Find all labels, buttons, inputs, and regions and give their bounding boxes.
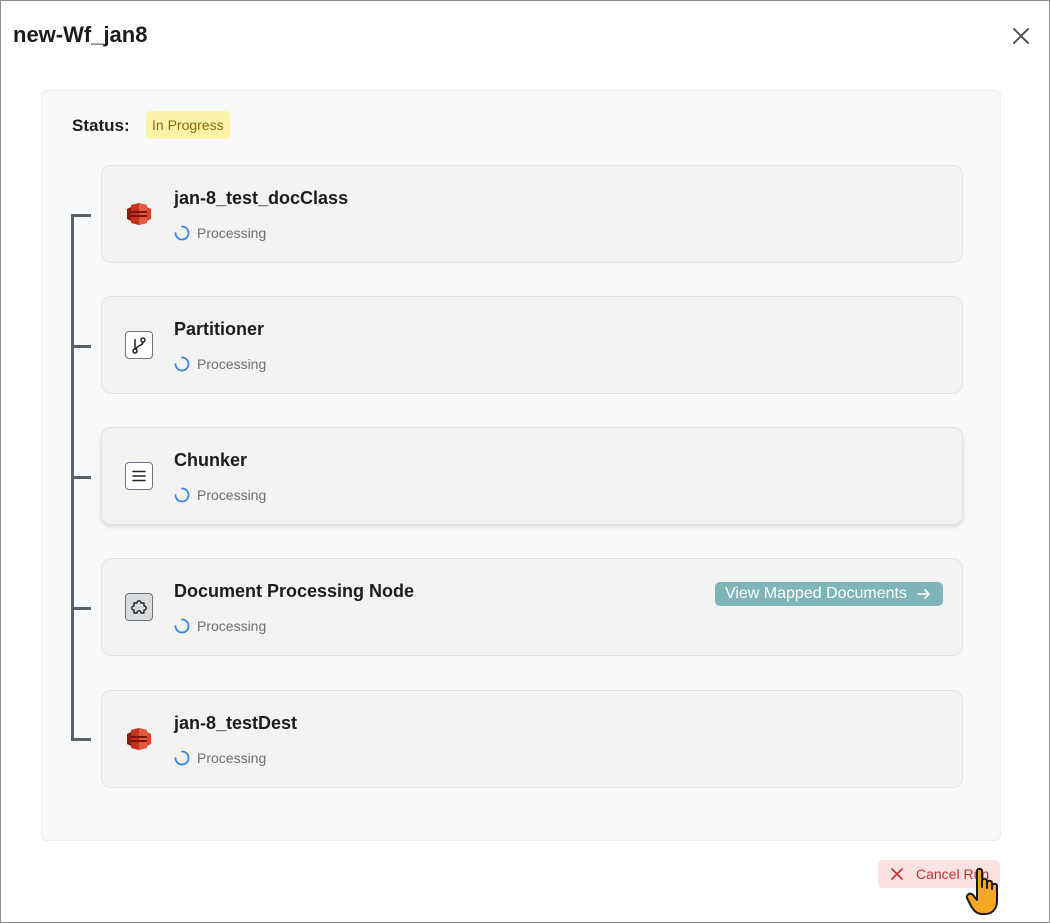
puzzle-icon <box>125 593 153 621</box>
lines-icon <box>125 462 153 490</box>
spinner-icon <box>174 225 190 241</box>
workflow-node-chunker[interactable]: Chunker Processing <box>101 427 963 525</box>
node-title: jan-8_testDest <box>174 713 298 733</box>
node-status-text: Processing <box>197 618 267 634</box>
aws-s3-icon <box>125 725 153 753</box>
run-status-panel: Status: In Progress jan-8_test_docClass <box>41 90 1001 841</box>
dialog-title: new-Wf_jan8 <box>13 22 148 47</box>
spinner-icon <box>174 356 190 372</box>
node-status-text: Processing <box>197 225 267 241</box>
timeline-tick <box>71 607 91 610</box>
timeline-tick <box>71 476 91 479</box>
status-badge: In Progress <box>146 111 230 139</box>
node-title: Partitioner <box>174 319 265 339</box>
node-status-text: Processing <box>197 356 267 372</box>
spinner-icon <box>174 487 190 503</box>
timeline-tick <box>71 738 91 741</box>
workflow-run-dialog: new-Wf_jan8 Status: In Progress jan-8_te… <box>0 0 1050 923</box>
arrow-right-icon <box>917 589 930 599</box>
spinner-icon <box>174 618 190 634</box>
status-label: Status: <box>72 116 130 135</box>
node-title: jan-8_test_docClass <box>174 188 349 208</box>
workflow-node-document-processing[interactable]: Document Processing Node Processing View… <box>101 558 963 656</box>
git-branch-icon <box>125 331 153 359</box>
timeline-tick <box>71 214 91 217</box>
node-status-text: Processing <box>197 750 267 766</box>
node-status: Processing <box>174 616 266 636</box>
node-title: Document Processing Node <box>174 581 415 601</box>
aws-s3-icon <box>125 200 153 228</box>
timeline-tick <box>71 345 91 348</box>
view-mapped-documents-button[interactable]: View Mapped Documents <box>714 582 943 606</box>
workflow-node-partitioner[interactable]: Partitioner Processing <box>101 296 963 394</box>
node-status-text: Processing <box>197 487 267 503</box>
node-status: Processing <box>174 748 266 768</box>
hand-pointer-icon <box>965 867 998 915</box>
workflow-node-source[interactable]: jan-8_test_docClass Processing <box>101 165 963 263</box>
workflow-node-destination[interactable]: jan-8_testDest Processing <box>101 690 963 788</box>
close-icon <box>891 868 903 880</box>
node-status: Processing <box>174 223 266 243</box>
node-status: Processing <box>174 354 266 374</box>
node-status: Processing <box>174 485 266 505</box>
spinner-icon <box>174 750 190 766</box>
node-title: Chunker <box>174 450 248 470</box>
close-icon[interactable] <box>1009 24 1033 48</box>
view-mapped-documents-label: View Mapped Documents <box>724 585 907 602</box>
